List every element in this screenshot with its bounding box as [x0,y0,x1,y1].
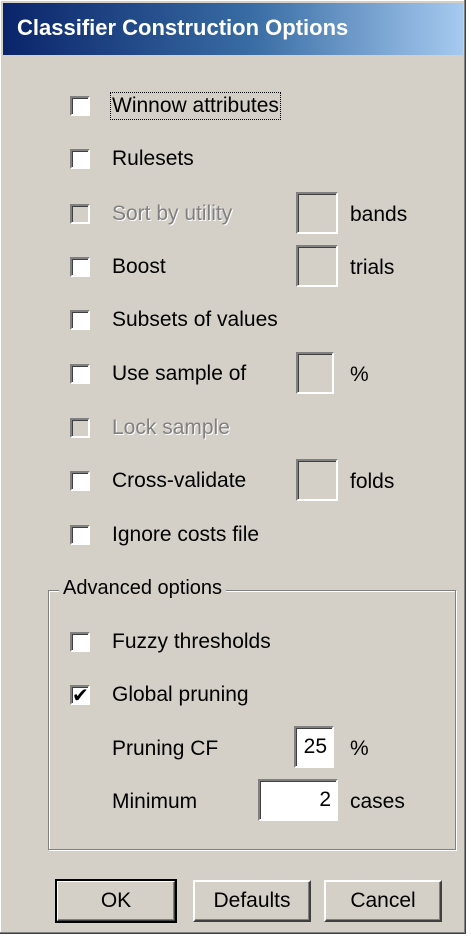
folds-field[interactable] [296,459,338,501]
cross-validate-label: Cross-validate [112,469,247,492]
defaults-button[interactable]: Defaults [193,880,311,922]
winnow-option[interactable]: Winnow attributes [70,86,281,126]
minimum-cases-input[interactable] [260,781,336,819]
minimum-label: Minimum [112,790,198,813]
pruning-cf-unit: % [350,737,369,760]
winnow-checkbox[interactable] [70,96,90,116]
bands-field [296,192,338,234]
fuzzy-thresholds-option[interactable]: Fuzzy thresholds [70,622,271,662]
use-sample-option[interactable]: Use sample of [70,354,246,394]
folds-input[interactable] [298,461,336,499]
classifier-options-dialog: Classifier Construction Options Winnow a… [0,0,466,934]
checkmark-icon: ✔ [72,683,89,707]
rulesets-label: Rulesets [112,147,194,170]
sort-by-utility-option: Sort by utility [70,194,232,234]
use-sample-label: Use sample of [112,362,247,385]
subsets-label: Subsets of values [112,308,278,331]
advanced-options-label: Advanced options [59,577,227,600]
lock-sample-label: Lock sample [112,416,230,439]
title-bar[interactable]: Classifier Construction Options [3,3,463,55]
global-pruning-checkbox[interactable]: ✔ [70,683,90,707]
cross-validate-checkbox[interactable] [70,471,90,491]
ignore-costs-option[interactable]: Ignore costs file [70,515,259,555]
pruning-cf-input[interactable] [296,728,332,766]
sort-by-utility-checkbox [70,204,90,224]
ignore-costs-label: Ignore costs file [112,523,260,546]
rulesets-checkbox[interactable] [70,149,90,169]
pruning-cf-label: Pruning CF [112,737,219,760]
boost-label: Boost [112,255,166,278]
sample-percent-field[interactable] [296,352,334,394]
minimum-cases-unit: cases [350,790,405,813]
global-pruning-label: Global pruning [112,683,249,706]
cross-validate-option[interactable]: Cross-validate [70,461,246,501]
bands-input [298,194,336,232]
sample-percent-unit: % [350,363,369,386]
dialog-title: Classifier Construction Options [17,15,349,40]
winnow-label: Winnow attributes [110,92,281,120]
fuzzy-thresholds-label: Fuzzy thresholds [112,630,271,653]
lock-sample-option: Lock sample [70,408,230,448]
boost-checkbox[interactable] [70,257,90,277]
trials-input[interactable] [298,247,336,285]
fuzzy-thresholds-checkbox[interactable] [70,632,90,652]
sample-percent-input[interactable] [298,354,332,392]
ok-button[interactable]: OK [55,879,177,923]
subsets-option[interactable]: Subsets of values [70,300,278,340]
sort-by-utility-label: Sort by utility [112,202,233,225]
trials-field[interactable] [296,245,338,287]
folds-unit: folds [350,470,395,493]
use-sample-checkbox[interactable] [70,364,90,384]
ignore-costs-checkbox[interactable] [70,525,90,545]
bands-unit: bands [350,203,408,226]
subsets-checkbox[interactable] [70,310,90,330]
pruning-cf-field[interactable] [294,726,334,768]
cancel-button[interactable]: Cancel [324,880,442,922]
global-pruning-option[interactable]: ✔ Global pruning [70,675,249,715]
boost-option[interactable]: Boost [70,247,166,287]
minimum-cases-field[interactable] [258,779,338,821]
lock-sample-checkbox [70,418,90,438]
rulesets-option[interactable]: Rulesets [70,139,194,179]
trials-unit: trials [350,256,395,279]
